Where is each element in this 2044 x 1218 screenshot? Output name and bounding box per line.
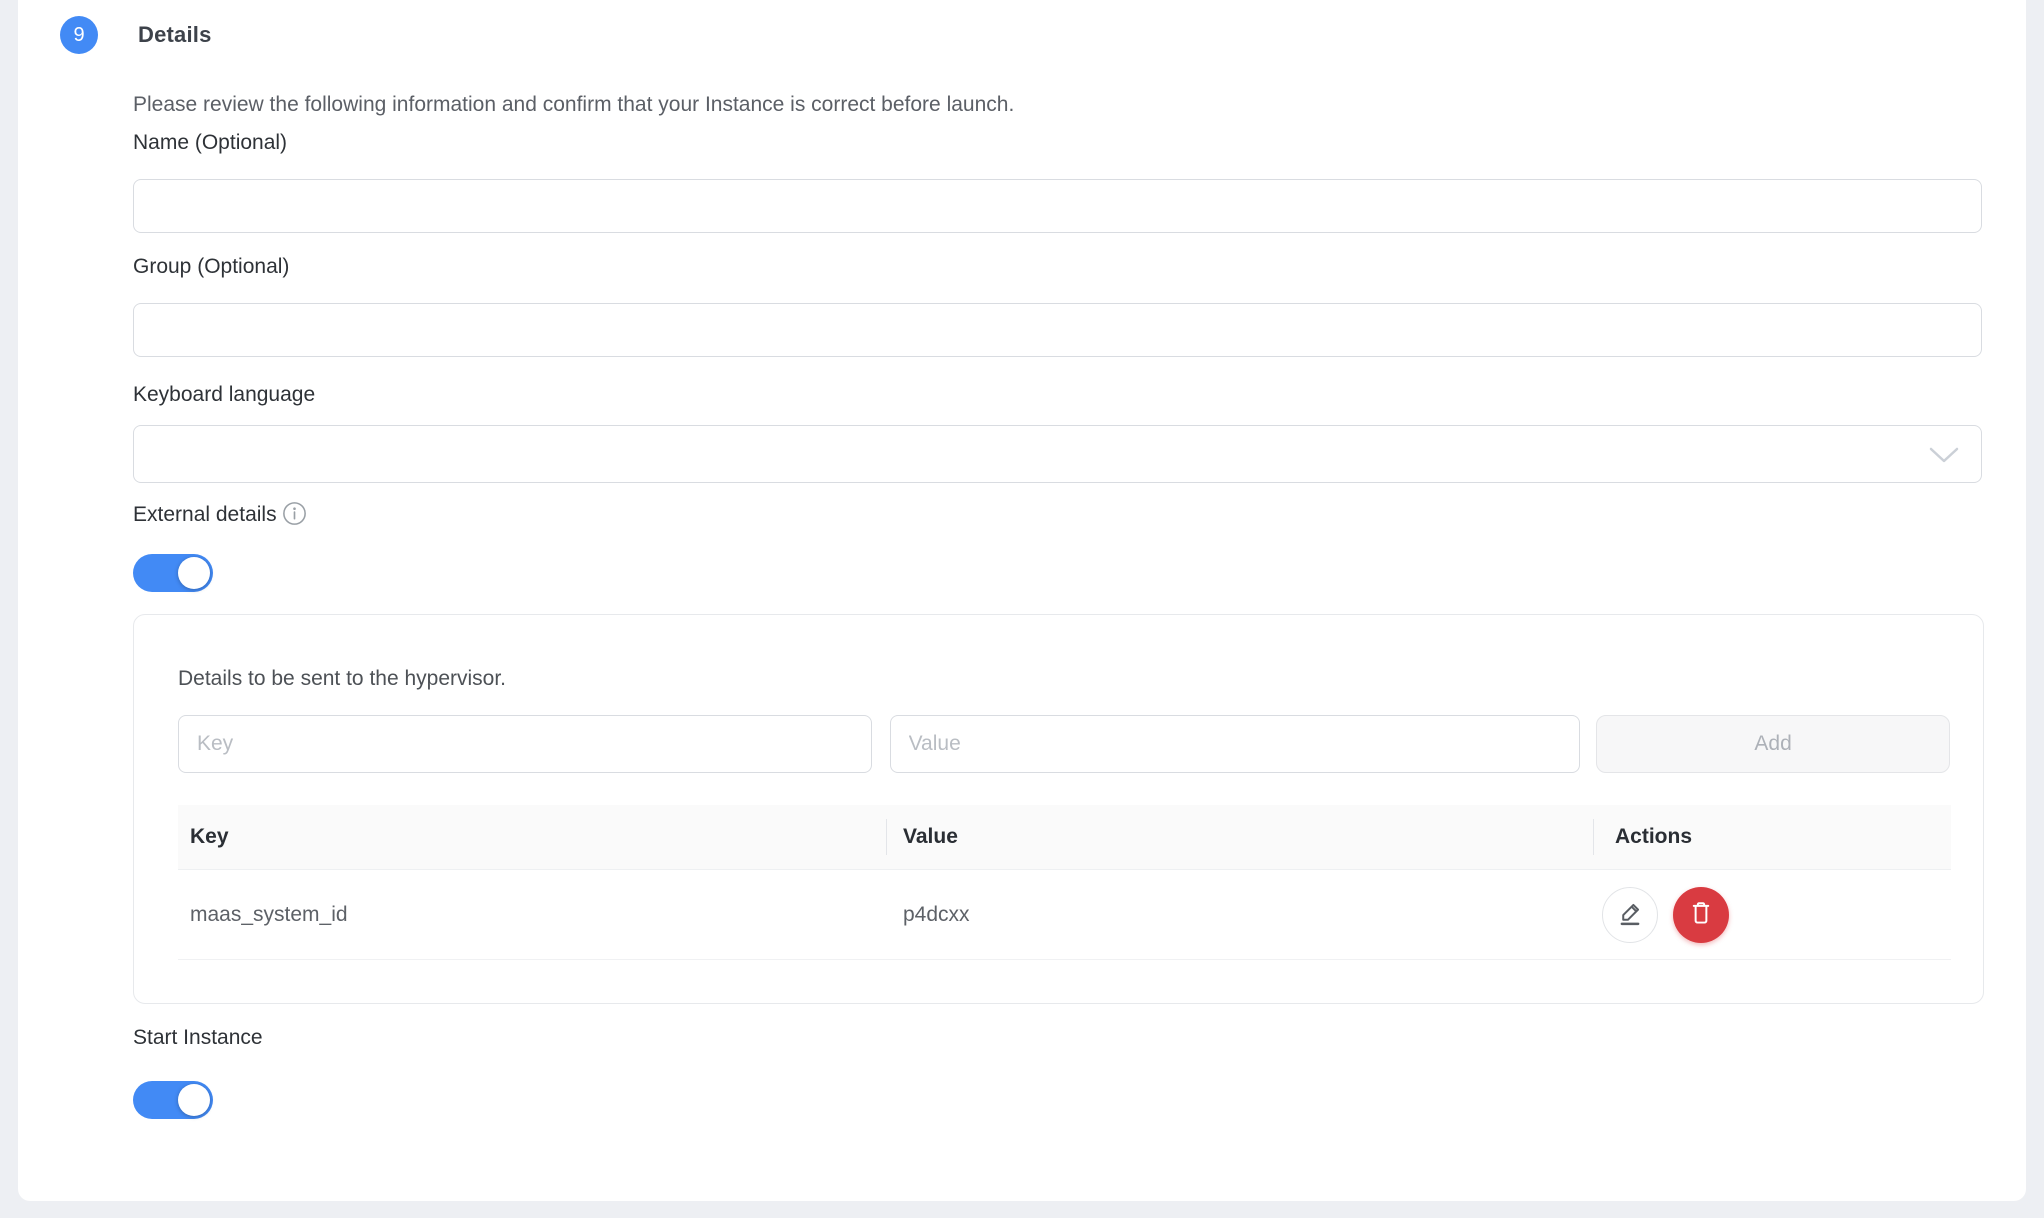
value-input[interactable]	[890, 715, 1581, 773]
details-step-panel: 9 Details Please review the following in…	[18, 0, 2026, 1201]
external-details-card: Details to be sent to the hypervisor. Ad…	[133, 614, 1984, 1004]
chevron-down-icon	[1929, 447, 1959, 468]
row-actions-cell	[1593, 870, 1951, 959]
info-icon[interactable]	[282, 501, 307, 531]
table-header-value: Value	[886, 805, 1593, 869]
toggle-knob	[178, 557, 210, 589]
keyboard-language-label: Keyboard language	[133, 383, 1984, 407]
step-description: Please review the following information …	[133, 93, 1984, 117]
group-field-label: Group (Optional)	[133, 255, 1984, 279]
edit-button[interactable]	[1602, 887, 1658, 943]
table-header-key: Key	[178, 805, 886, 869]
external-details-toggle[interactable]	[133, 554, 213, 592]
keyboard-language-select[interactable]	[133, 425, 1982, 483]
table-row: maas_system_id p4dcxx	[178, 870, 1951, 960]
row-value-cell: p4dcxx	[886, 870, 1593, 959]
key-input[interactable]	[178, 715, 872, 773]
hypervisor-details-description: Details to be sent to the hypervisor.	[178, 667, 1950, 690]
details-table: Key Value Actions maas_system_id p4dcxx	[178, 805, 1951, 960]
add-button[interactable]: Add	[1596, 715, 1950, 773]
step-title: Details	[138, 22, 212, 48]
name-field-label: Name (Optional)	[133, 131, 1984, 155]
toggle-knob	[178, 1084, 210, 1116]
pencil-edit-icon	[1616, 899, 1644, 930]
step-header: 9 Details	[60, 16, 1984, 54]
details-form: Please review the following information …	[133, 93, 1984, 1119]
external-details-label-row: External details	[133, 503, 1984, 533]
delete-button[interactable]	[1673, 887, 1729, 943]
row-key-cell: maas_system_id	[178, 870, 886, 959]
start-instance-toggle[interactable]	[133, 1081, 213, 1119]
external-details-label: External details	[133, 503, 277, 527]
start-instance-label: Start Instance	[133, 1026, 1984, 1050]
name-input[interactable]	[133, 179, 1982, 233]
table-header-actions: Actions	[1593, 805, 1951, 869]
step-number-badge: 9	[60, 16, 98, 54]
trash-icon	[1687, 899, 1715, 930]
group-input[interactable]	[133, 303, 1982, 357]
table-header-row: Key Value Actions	[178, 805, 1951, 870]
key-value-input-row: Add	[178, 715, 1950, 773]
